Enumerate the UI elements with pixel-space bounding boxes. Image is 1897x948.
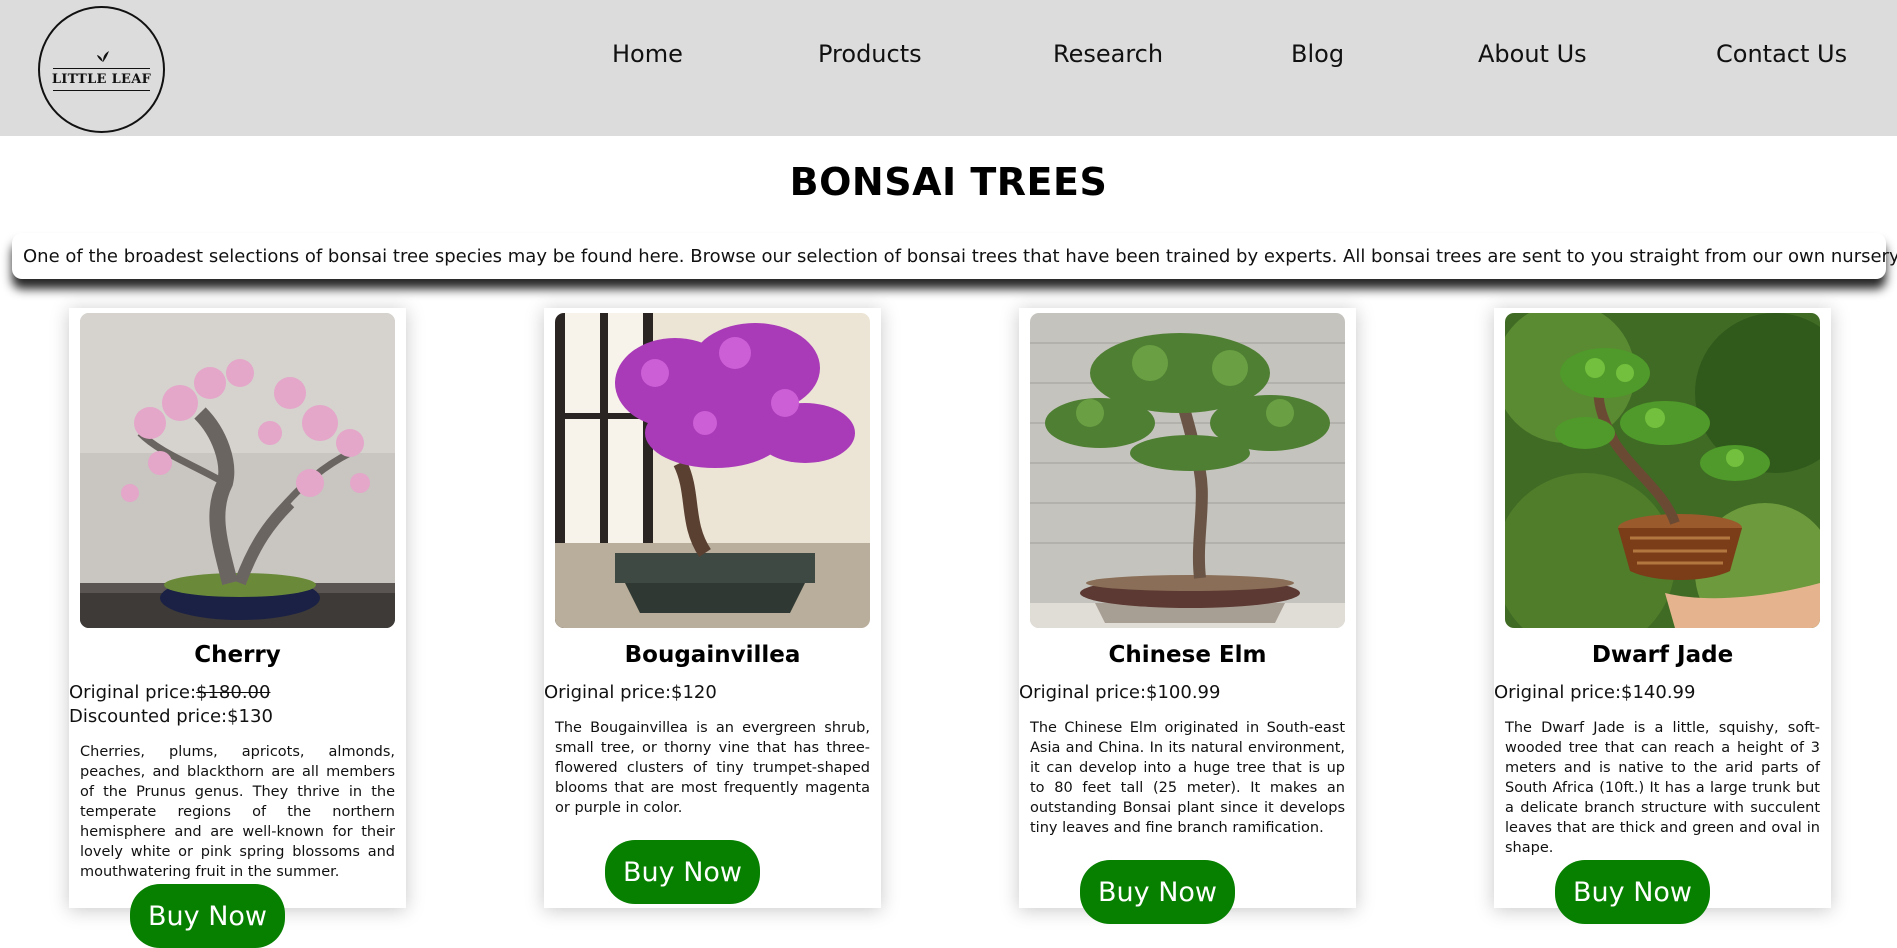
nav-home[interactable]: Home bbox=[612, 40, 683, 68]
product-card-dwarf-jade: Dwarf Jade Original price:$140.99 The Dw… bbox=[1494, 308, 1831, 924]
nav-research[interactable]: Research bbox=[1053, 40, 1163, 68]
original-price-label: Original price: bbox=[544, 682, 672, 703]
product-card-chinese-elm: Chinese Elm Original price:$100.99 The C… bbox=[1019, 308, 1356, 924]
nav-about-us[interactable]: About Us bbox=[1478, 40, 1587, 68]
original-price-value: $100.99 bbox=[1146, 682, 1221, 703]
logo-rule bbox=[53, 90, 150, 91]
original-price: Original price:$180.00 bbox=[69, 682, 270, 703]
logo-text: LITTLE LEAF bbox=[51, 72, 152, 87]
logo-rule bbox=[53, 68, 150, 69]
product-description: Cherries, plums, apricots, almonds, peac… bbox=[80, 744, 395, 880]
product-description: The Bougainvillea is an evergreen shrub,… bbox=[555, 720, 870, 816]
discounted-price: Discounted price:$130 bbox=[69, 706, 273, 727]
original-price-value: $180.00 bbox=[196, 682, 271, 703]
product-description: The Dwarf Jade is a little, squishy, sof… bbox=[1505, 720, 1820, 856]
chinese-elm-bonsai-image[interactable] bbox=[1030, 313, 1345, 628]
original-price-label: Original price: bbox=[69, 682, 197, 703]
product-description: The Chinese Elm originated in South-east… bbox=[1030, 720, 1345, 836]
bougainvillea-bonsai-image[interactable] bbox=[555, 313, 870, 628]
buy-now-button[interactable]: Buy Now bbox=[130, 884, 285, 948]
intro-text: One of the broadest selections of bonsai… bbox=[12, 233, 1897, 279]
original-price-value: $120 bbox=[671, 682, 717, 703]
leaf-icon bbox=[97, 51, 109, 62]
dwarf-jade-bonsai-image[interactable] bbox=[1505, 313, 1820, 628]
nav-contact-us[interactable]: Contact Us bbox=[1716, 40, 1847, 68]
buy-now-button[interactable]: Buy Now bbox=[605, 840, 760, 904]
product-card-bougainvillea: Bougainvillea Original price:$120 The Bo… bbox=[544, 308, 881, 908]
site-header: LITTLE LEAF Home Products Research Blog … bbox=[0, 0, 1897, 136]
product-name: Dwarf Jade bbox=[1591, 642, 1734, 668]
page-title: BONSAI TREES bbox=[789, 160, 1108, 204]
buy-now-button[interactable]: Buy Now bbox=[1080, 860, 1235, 924]
cherry-bonsai-image[interactable] bbox=[80, 313, 395, 628]
discounted-price-label: Discounted price: bbox=[69, 706, 228, 727]
original-price-value: $140.99 bbox=[1621, 682, 1696, 703]
original-price: Original price:$100.99 bbox=[1019, 682, 1220, 703]
original-price-label: Original price: bbox=[1494, 682, 1622, 703]
original-price: Original price:$120 bbox=[544, 682, 717, 703]
discounted-price-value: $130 bbox=[227, 706, 273, 727]
product-name: Cherry bbox=[194, 642, 281, 668]
original-price: Original price:$140.99 bbox=[1494, 682, 1695, 703]
site-logo[interactable]: LITTLE LEAF bbox=[38, 6, 165, 133]
buy-now-button[interactable]: Buy Now bbox=[1555, 860, 1710, 924]
nav-products[interactable]: Products bbox=[818, 40, 922, 68]
original-price-label: Original price: bbox=[1019, 682, 1147, 703]
product-card-cherry: Cherry Original price:$180.00 Discounted… bbox=[69, 308, 406, 948]
nav-blog[interactable]: Blog bbox=[1291, 40, 1344, 68]
product-name: Chinese Elm bbox=[1108, 642, 1267, 668]
product-name: Bougainvillea bbox=[624, 642, 801, 668]
